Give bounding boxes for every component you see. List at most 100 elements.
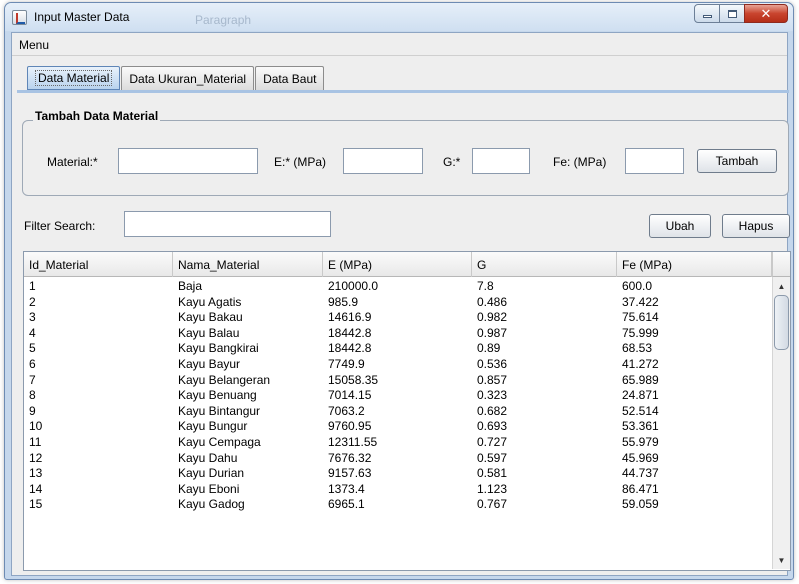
cell-nama-material[interactable]: Kayu Cempaga bbox=[173, 435, 323, 451]
tab-data-material[interactable]: Data Material bbox=[27, 66, 121, 90]
column-header-id-material[interactable]: Id_Material bbox=[24, 252, 173, 277]
cell-g[interactable]: 0.982 bbox=[472, 310, 617, 326]
tab-data-ukuran-material[interactable]: Data Ukuran_Material bbox=[121, 66, 255, 90]
cell-g[interactable]: 0.767 bbox=[472, 497, 617, 513]
cell-fe-mpa[interactable]: 86.471 bbox=[617, 482, 772, 498]
minimize-button[interactable] bbox=[694, 4, 720, 23]
cell-e-mpa[interactable]: 7063.2 bbox=[323, 404, 472, 420]
column-header-e-mpa[interactable]: E (MPa) bbox=[323, 252, 472, 277]
cell-e-mpa[interactable]: 18442.8 bbox=[323, 341, 472, 357]
cell-fe-mpa[interactable]: 600.0 bbox=[617, 279, 772, 295]
cell-g[interactable]: 0.693 bbox=[472, 419, 617, 435]
cell-e-mpa[interactable]: 9760.95 bbox=[323, 419, 472, 435]
cell-nama-material[interactable]: Kayu Bayur bbox=[173, 357, 323, 373]
table-row[interactable]: 8 Kayu Benuang 7014.15 0.323 24.871 bbox=[24, 388, 772, 404]
delete-button[interactable]: Hapus bbox=[722, 214, 790, 238]
cell-e-mpa[interactable]: 1373.4 bbox=[323, 482, 472, 498]
cell-e-mpa[interactable]: 985.9 bbox=[323, 295, 472, 311]
cell-fe-mpa[interactable]: 45.969 bbox=[617, 451, 772, 467]
title-bar[interactable]: Input Master Data Paragraph ✕ bbox=[5, 3, 793, 31]
column-header-g[interactable]: G bbox=[472, 252, 617, 277]
cell-fe-mpa[interactable]: 75.614 bbox=[617, 310, 772, 326]
cell-fe-mpa[interactable]: 52.514 bbox=[617, 404, 772, 420]
column-header-nama-material[interactable]: Nama_Material bbox=[173, 252, 323, 277]
cell-fe-mpa[interactable]: 53.361 bbox=[617, 419, 772, 435]
cell-nama-material[interactable]: Kayu Bungur bbox=[173, 419, 323, 435]
cell-nama-material[interactable]: Kayu Gadog bbox=[173, 497, 323, 513]
cell-nama-material[interactable]: Kayu Bakau bbox=[173, 310, 323, 326]
cell-e-mpa[interactable]: 12311.55 bbox=[323, 435, 472, 451]
table-row[interactable]: 1 Baja 210000.0 7.8 600.0 bbox=[24, 279, 772, 295]
menu-menu[interactable]: Menu bbox=[19, 38, 49, 52]
cell-id-material[interactable]: 4 bbox=[24, 326, 173, 342]
cell-id-material[interactable]: 5 bbox=[24, 341, 173, 357]
table-row[interactable]: 2 Kayu Agatis 985.9 0.486 37.422 bbox=[24, 295, 772, 311]
table-row[interactable]: 15 Kayu Gadog 6965.1 0.767 59.059 bbox=[24, 497, 772, 513]
table-row[interactable]: 10 Kayu Bungur 9760.95 0.693 53.361 bbox=[24, 419, 772, 435]
table-row[interactable]: 13 Kayu Durian 9157.63 0.581 44.737 bbox=[24, 466, 772, 482]
cell-id-material[interactable]: 10 bbox=[24, 419, 173, 435]
cell-g[interactable]: 0.536 bbox=[472, 357, 617, 373]
cell-nama-material[interactable]: Kayu Eboni bbox=[173, 482, 323, 498]
e-input[interactable] bbox=[343, 148, 423, 174]
g-input[interactable] bbox=[472, 148, 530, 174]
cell-nama-material[interactable]: Kayu Dahu bbox=[173, 451, 323, 467]
scroll-up-arrow-icon[interactable]: ▲ bbox=[773, 278, 790, 294]
cell-e-mpa[interactable]: 18442.8 bbox=[323, 326, 472, 342]
cell-g[interactable]: 0.727 bbox=[472, 435, 617, 451]
cell-fe-mpa[interactable]: 75.999 bbox=[617, 326, 772, 342]
cell-id-material[interactable]: 12 bbox=[24, 451, 173, 467]
cell-fe-mpa[interactable]: 37.422 bbox=[617, 295, 772, 311]
table-row[interactable]: 14 Kayu Eboni 1373.4 1.123 86.471 bbox=[24, 482, 772, 498]
table-row[interactable]: 6 Kayu Bayur 7749.9 0.536 41.272 bbox=[24, 357, 772, 373]
cell-e-mpa[interactable]: 210000.0 bbox=[323, 279, 472, 295]
cell-g[interactable]: 0.857 bbox=[472, 373, 617, 389]
cell-fe-mpa[interactable]: 59.059 bbox=[617, 497, 772, 513]
vertical-scrollbar[interactable]: ▲ ▼ bbox=[772, 277, 790, 569]
cell-e-mpa[interactable]: 7676.32 bbox=[323, 451, 472, 467]
cell-fe-mpa[interactable]: 24.871 bbox=[617, 388, 772, 404]
cell-g[interactable]: 0.581 bbox=[472, 466, 617, 482]
cell-id-material[interactable]: 1 bbox=[24, 279, 173, 295]
cell-e-mpa[interactable]: 15058.35 bbox=[323, 373, 472, 389]
cell-nama-material[interactable]: Kayu Balau bbox=[173, 326, 323, 342]
cell-g[interactable]: 0.597 bbox=[472, 451, 617, 467]
maximize-button[interactable] bbox=[719, 4, 745, 23]
filter-search-input[interactable] bbox=[124, 211, 331, 237]
cell-id-material[interactable]: 7 bbox=[24, 373, 173, 389]
cell-id-material[interactable]: 6 bbox=[24, 357, 173, 373]
cell-id-material[interactable]: 13 bbox=[24, 466, 173, 482]
table-row[interactable]: 9 Kayu Bintangur 7063.2 0.682 52.514 bbox=[24, 404, 772, 420]
cell-nama-material[interactable]: Kayu Benuang bbox=[173, 388, 323, 404]
fe-input[interactable] bbox=[625, 148, 684, 174]
table-row[interactable]: 11 Kayu Cempaga 12311.55 0.727 55.979 bbox=[24, 435, 772, 451]
table-row[interactable]: 3 Kayu Bakau 14616.9 0.982 75.614 bbox=[24, 310, 772, 326]
close-button[interactable]: ✕ bbox=[744, 4, 788, 23]
cell-fe-mpa[interactable]: 68.53 bbox=[617, 341, 772, 357]
cell-g[interactable]: 7.8 bbox=[472, 279, 617, 295]
cell-g[interactable]: 0.682 bbox=[472, 404, 617, 420]
cell-g[interactable]: 0.89 bbox=[472, 341, 617, 357]
add-button[interactable]: Tambah bbox=[697, 149, 777, 173]
cell-fe-mpa[interactable]: 65.989 bbox=[617, 373, 772, 389]
cell-e-mpa[interactable]: 14616.9 bbox=[323, 310, 472, 326]
cell-nama-material[interactable]: Baja bbox=[173, 279, 323, 295]
cell-nama-material[interactable]: Kayu Agatis bbox=[173, 295, 323, 311]
cell-g[interactable]: 0.486 bbox=[472, 295, 617, 311]
cell-id-material[interactable]: 2 bbox=[24, 295, 173, 311]
table-row[interactable]: 5 Kayu Bangkirai 18442.8 0.89 68.53 bbox=[24, 341, 772, 357]
cell-nama-material[interactable]: Kayu Bintangur bbox=[173, 404, 323, 420]
cell-e-mpa[interactable]: 9157.63 bbox=[323, 466, 472, 482]
scroll-down-arrow-icon[interactable]: ▼ bbox=[773, 552, 790, 568]
cell-fe-mpa[interactable]: 55.979 bbox=[617, 435, 772, 451]
cell-e-mpa[interactable]: 6965.1 bbox=[323, 497, 472, 513]
tab-data-baut[interactable]: Data Baut bbox=[255, 66, 325, 90]
cell-g[interactable]: 0.987 bbox=[472, 326, 617, 342]
cell-fe-mpa[interactable]: 41.272 bbox=[617, 357, 772, 373]
column-header-fe-mpa[interactable]: Fe (MPa) bbox=[617, 252, 772, 277]
cell-id-material[interactable]: 15 bbox=[24, 497, 173, 513]
cell-g[interactable]: 1.123 bbox=[472, 482, 617, 498]
cell-id-material[interactable]: 14 bbox=[24, 482, 173, 498]
cell-e-mpa[interactable]: 7014.15 bbox=[323, 388, 472, 404]
cell-g[interactable]: 0.323 bbox=[472, 388, 617, 404]
